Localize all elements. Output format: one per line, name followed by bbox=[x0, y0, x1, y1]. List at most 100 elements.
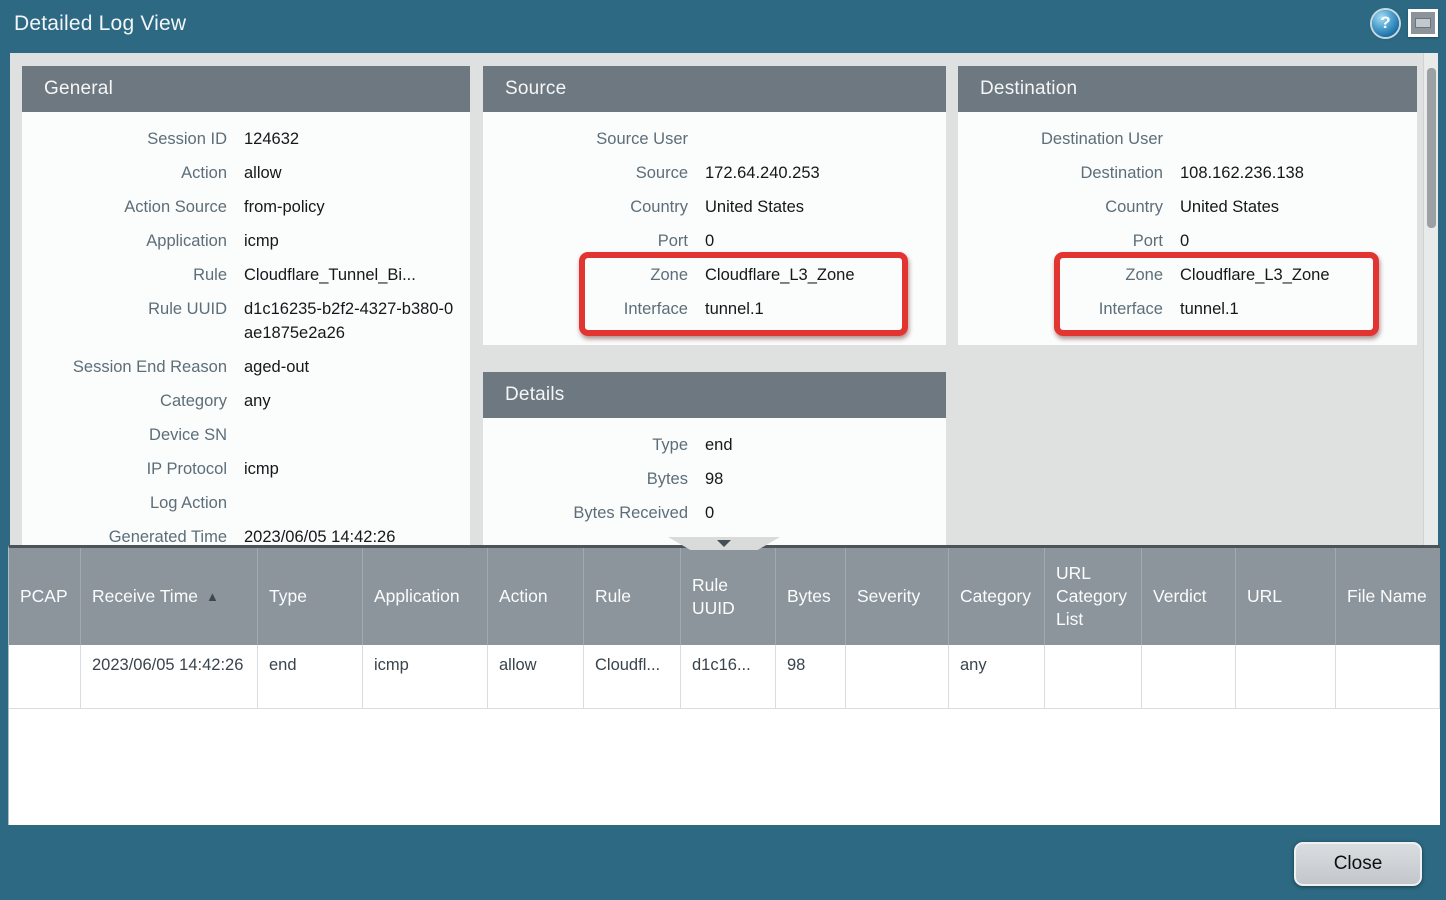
field-value: allow bbox=[244, 161, 454, 185]
field-row-session-end-reason: Session End Reason aged-out bbox=[38, 350, 454, 384]
field-row-log-action: Log Action bbox=[38, 486, 454, 520]
column-header-label: File Name bbox=[1347, 585, 1427, 608]
field-value: aged-out bbox=[244, 355, 454, 379]
column-header-severity[interactable]: Severity bbox=[846, 548, 949, 645]
field-value: icmp bbox=[244, 457, 454, 481]
field-row-source-user: Source User bbox=[499, 122, 930, 156]
field-value: United States bbox=[1180, 195, 1401, 219]
cell-category: any bbox=[949, 645, 1045, 709]
field-label: Rule bbox=[38, 263, 244, 287]
column-header-verdict[interactable]: Verdict bbox=[1142, 548, 1236, 645]
field-value bbox=[1180, 127, 1401, 151]
field-value: end bbox=[705, 433, 930, 457]
field-row-session-id: Session ID 124632 bbox=[38, 122, 454, 156]
column-header-bytes[interactable]: Bytes bbox=[776, 548, 846, 645]
column-header-label: URL Category List bbox=[1056, 562, 1135, 631]
field-row-type: Type end bbox=[499, 428, 930, 462]
column-header-label: Receive Time bbox=[92, 585, 198, 608]
column-header-label: Rule UUID bbox=[692, 574, 769, 620]
column-header-url-category-list[interactable]: URL Category List bbox=[1045, 548, 1142, 645]
titlebar-icons: ? bbox=[1372, 9, 1438, 37]
field-value: tunnel.1 bbox=[705, 297, 930, 321]
cell-pcap bbox=[9, 645, 81, 709]
source-panel: Source Source User Source 172.64.240.253… bbox=[483, 66, 946, 345]
field-label: Bytes Received bbox=[499, 501, 705, 525]
field-label: Zone bbox=[974, 263, 1180, 287]
cell-url bbox=[1236, 645, 1336, 709]
dialog-title: Detailed Log View bbox=[14, 12, 186, 36]
cell-severity bbox=[846, 645, 949, 709]
field-value: from-policy bbox=[244, 195, 454, 219]
vertical-scrollbar-thumb[interactable] bbox=[1427, 68, 1436, 228]
field-value: 172.64.240.253 bbox=[705, 161, 930, 185]
cell-url-category-list bbox=[1045, 645, 1142, 709]
table-header-row: PCAP Receive Time▲ Type Application Acti… bbox=[9, 548, 1440, 645]
field-row-ip-protocol: IP Protocol icmp bbox=[38, 452, 454, 486]
cell-rule: Cloudfl... bbox=[584, 645, 681, 709]
field-value: 2023/06/05 14:42:26 bbox=[244, 525, 454, 545]
field-label: Action bbox=[38, 161, 244, 185]
column-header-label: Type bbox=[269, 585, 307, 608]
destination-panel: Destination Destination User Destination… bbox=[958, 66, 1417, 345]
field-row-category: Category any bbox=[38, 384, 454, 418]
field-label: Type bbox=[499, 433, 705, 457]
window-restore-icon[interactable] bbox=[1408, 9, 1438, 37]
column-header-rule[interactable]: Rule bbox=[584, 548, 681, 645]
field-value: 0 bbox=[1180, 229, 1401, 253]
field-value: 108.162.236.138 bbox=[1180, 161, 1401, 185]
field-value: 124632 bbox=[244, 127, 454, 151]
field-row-device-sn: Device SN bbox=[38, 418, 454, 452]
field-label: Port bbox=[974, 229, 1180, 253]
column-header-category[interactable]: Category bbox=[949, 548, 1045, 645]
column-header-label: Bytes bbox=[787, 585, 831, 608]
cell-type: end bbox=[258, 645, 363, 709]
help-icon[interactable]: ? bbox=[1372, 10, 1399, 37]
collapse-down-icon bbox=[717, 540, 731, 547]
field-label: Interface bbox=[499, 297, 705, 321]
field-value: d1c16235-b2f2-4327-b380-0ae1875e2a26 bbox=[244, 297, 454, 345]
field-value: Cloudflare_Tunnel_Bi... bbox=[244, 263, 454, 287]
general-panel: General Session ID 124632 Action allow A… bbox=[22, 66, 470, 545]
column-header-application[interactable]: Application bbox=[363, 548, 488, 645]
column-header-rule-uuid[interactable]: Rule UUID bbox=[681, 548, 776, 645]
column-header-file-name[interactable]: File Name bbox=[1336, 548, 1440, 645]
column-header-type[interactable]: Type bbox=[258, 548, 363, 645]
column-header-label: Action bbox=[499, 585, 548, 608]
field-row-bytes-received: Bytes Received 0 bbox=[499, 496, 930, 530]
field-label: Device SN bbox=[38, 423, 244, 447]
field-value bbox=[244, 491, 454, 515]
field-row-zone: Zone Cloudflare_L3_Zone bbox=[974, 258, 1401, 292]
destination-panel-header: Destination bbox=[958, 66, 1417, 112]
field-row-rule-uuid: Rule UUID d1c16235-b2f2-4327-b380-0ae187… bbox=[38, 292, 454, 350]
field-label: Log Action bbox=[38, 491, 244, 515]
field-label: Session End Reason bbox=[38, 355, 244, 379]
column-header-receive-time[interactable]: Receive Time▲ bbox=[81, 548, 258, 645]
field-row-application: Application icmp bbox=[38, 224, 454, 258]
column-header-label: Application bbox=[374, 585, 460, 608]
field-value: 0 bbox=[705, 501, 930, 525]
vertical-scrollbar[interactable] bbox=[1423, 53, 1438, 545]
column-header-url[interactable]: URL bbox=[1236, 548, 1336, 645]
general-panel-body: Session ID 124632 Action allow Action So… bbox=[22, 112, 470, 545]
field-row-rule: Rule Cloudflare_Tunnel_Bi... bbox=[38, 258, 454, 292]
field-value: 98 bbox=[705, 467, 930, 491]
column-header-label: Severity bbox=[857, 585, 920, 608]
log-entries-table: PCAP Receive Time▲ Type Application Acti… bbox=[8, 545, 1440, 825]
field-row-interface: Interface tunnel.1 bbox=[974, 292, 1401, 326]
field-value bbox=[244, 423, 454, 447]
column-header-action[interactable]: Action bbox=[488, 548, 584, 645]
column-header-label: Category bbox=[960, 585, 1031, 608]
column-header-label: URL bbox=[1247, 585, 1282, 608]
close-button[interactable]: Close bbox=[1294, 842, 1422, 886]
column-header-pcap[interactable]: PCAP bbox=[9, 548, 81, 645]
field-label: Zone bbox=[499, 263, 705, 287]
log-table-row[interactable]: 2023/06/05 14:42:26 end icmp allow Cloud… bbox=[9, 645, 1440, 709]
field-row-port: Port 0 bbox=[499, 224, 930, 258]
field-label: Action Source bbox=[38, 195, 244, 219]
field-label: Application bbox=[38, 229, 244, 253]
field-value: any bbox=[244, 389, 454, 413]
field-label: Country bbox=[974, 195, 1180, 219]
field-row-generated-time: Generated Time 2023/06/05 14:42:26 bbox=[38, 520, 454, 545]
field-label: Destination bbox=[974, 161, 1180, 185]
field-label: Port bbox=[499, 229, 705, 253]
